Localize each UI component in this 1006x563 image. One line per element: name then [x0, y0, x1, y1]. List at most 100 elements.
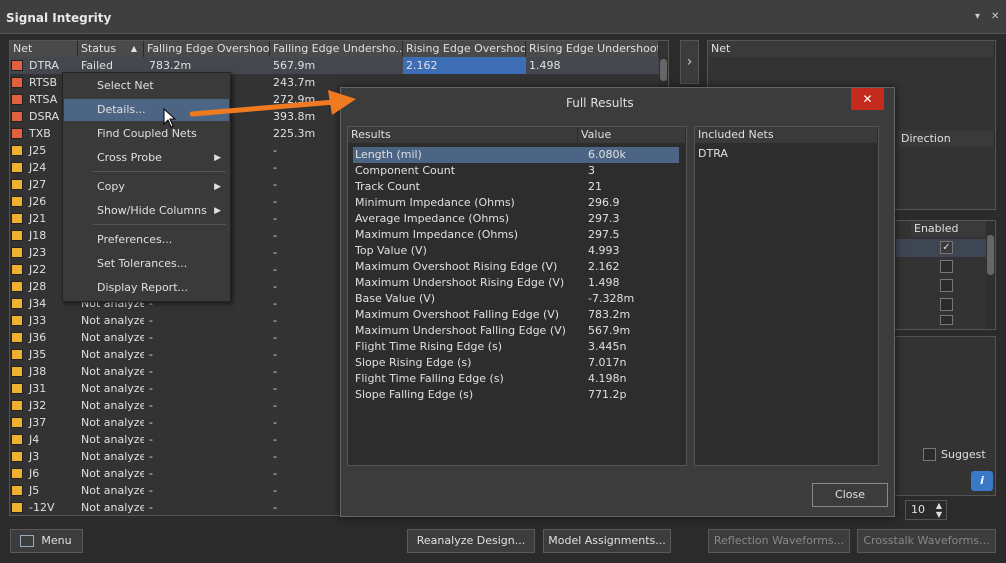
- menu-item-set-tolerances[interactable]: Set Tolerances...: [64, 253, 229, 275]
- col-header-rising-overshoot[interactable]: Rising Edge Overshoot: [403, 41, 526, 57]
- result-value: -7.328m: [588, 292, 635, 305]
- results-list: Results Value Length (mil) 6.080k Componen…: [347, 126, 687, 466]
- net-name: J33: [29, 314, 47, 327]
- table-cell-feo: -: [149, 433, 153, 446]
- table-cell-net: J32: [10, 397, 78, 414]
- result-row[interactable]: Maximum Overshoot Falling Edge (V) 783.2m: [353, 307, 679, 323]
- submenu-arrow-icon: ▶: [214, 182, 221, 192]
- table-cell-reu: 1.498: [529, 59, 561, 72]
- col-header-falling-undershoot[interactable]: Falling Edge Undersho...: [270, 41, 403, 57]
- result-row[interactable]: Length (mil) 6.080k: [353, 147, 679, 163]
- close-icon[interactable]: ✕: [991, 11, 999, 22]
- col-header-rising-undershoot[interactable]: Rising Edge Undershoot: [526, 41, 659, 57]
- col-header-net[interactable]: Net: [10, 41, 78, 57]
- net-name: J23: [29, 246, 47, 259]
- table-cell-status: Not analyzed: [81, 450, 144, 463]
- menu-item-label: Show/Hide Columns: [97, 204, 207, 217]
- result-value: 296.9: [588, 196, 620, 209]
- net-status-swatch-icon: [11, 128, 23, 139]
- expand-panel-button[interactable]: ›: [680, 40, 699, 84]
- table-cell-status: Not analyzed: [81, 382, 144, 395]
- table-cell-feo: -: [149, 314, 153, 327]
- menu-item-label: Display Report...: [97, 281, 188, 294]
- menu-button[interactable]: Menu: [10, 529, 83, 553]
- result-row[interactable]: Average Impedance (Ohms) 297.3: [353, 211, 679, 227]
- result-value: 21: [588, 180, 602, 193]
- table-cell-feo: -: [149, 467, 153, 480]
- result-row[interactable]: Flight Time Rising Edge (s) 3.445n: [353, 339, 679, 355]
- result-name: Flight Time Rising Edge (s): [355, 340, 503, 353]
- scrollbar-thumb[interactable]: [660, 59, 667, 81]
- enabled-checkbox-2[interactable]: [940, 260, 953, 273]
- net-status-swatch-icon: [11, 332, 23, 343]
- result-name: Maximum Undershoot Falling Edge (V): [355, 324, 566, 337]
- net-name: J4: [29, 433, 40, 446]
- result-row[interactable]: Top Value (V) 4.993: [353, 243, 679, 259]
- enabled-header: Enabled: [911, 221, 987, 237]
- model-assignments-button[interactable]: Model Assignments...: [543, 529, 671, 553]
- enabled-checkbox-4[interactable]: [940, 298, 953, 311]
- net-status-swatch-icon: [11, 468, 23, 479]
- result-row[interactable]: Slope Rising Edge (s) 7.017n: [353, 355, 679, 371]
- count-spinner[interactable]: 10 ▲ ▼: [905, 500, 947, 520]
- results-header: Results: [348, 127, 578, 143]
- net-name: J35: [29, 348, 47, 361]
- net-status-swatch-icon: [11, 213, 23, 224]
- net-status-swatch-icon: [11, 451, 23, 462]
- menu-item-show-hide-columns[interactable]: Show/Hide Columns ▶: [64, 200, 229, 222]
- result-row[interactable]: Slope Falling Edge (s) 771.2p: [353, 387, 679, 403]
- net-name: J3: [29, 450, 40, 463]
- menu-item-copy[interactable]: Copy ▶: [64, 176, 229, 198]
- scrollbar-thumb[interactable]: [987, 235, 994, 275]
- suggest-checkbox[interactable]: [923, 448, 936, 461]
- table-cell-status: Not analyzed: [81, 348, 144, 361]
- table-cell-net: J3: [10, 448, 78, 465]
- enabled-checkbox-3[interactable]: [940, 279, 953, 292]
- result-value: 2.162: [588, 260, 620, 273]
- enabled-checkbox-1[interactable]: ✓: [940, 241, 953, 254]
- table-cell-net: J5: [10, 482, 78, 499]
- dialog-titlebar: Full Results ✕: [341, 88, 894, 116]
- table-cell-net: J4: [10, 431, 78, 448]
- net-status-swatch-icon: [11, 383, 23, 394]
- enabled-scrollbar[interactable]: [986, 221, 995, 329]
- result-row[interactable]: Component Count 3: [353, 163, 679, 179]
- window-titlebar: Signal Integrity ▾ ✕: [0, 0, 1006, 34]
- menu-item-cross-probe[interactable]: Cross Probe ▶: [64, 147, 229, 169]
- result-name: Base Value (V): [355, 292, 436, 305]
- spinner-arrows-icon[interactable]: ▲ ▼: [936, 501, 942, 519]
- crosstalk-waveforms-button[interactable]: Crosstalk Waveforms...: [857, 529, 996, 553]
- table-cell-net: J33: [10, 312, 78, 329]
- result-row[interactable]: Flight Time Falling Edge (s) 4.198n: [353, 371, 679, 387]
- result-row[interactable]: Track Count 21: [353, 179, 679, 195]
- submenu-arrow-icon: ▶: [214, 153, 221, 163]
- col-header-falling-overshoot[interactable]: Falling Edge Overshoot: [144, 41, 270, 57]
- dialog-close-icon[interactable]: ✕: [851, 88, 884, 110]
- col-header-status[interactable]: Status ▲: [78, 41, 144, 57]
- net-name: J28: [29, 280, 47, 293]
- reflection-waveforms-button[interactable]: Reflection Waveforms...: [708, 529, 850, 553]
- result-row[interactable]: Base Value (V) -7.328m: [353, 291, 679, 307]
- menu-item-display-report[interactable]: Display Report...: [64, 277, 229, 299]
- result-row[interactable]: Maximum Undershoot Rising Edge (V) 1.498: [353, 275, 679, 291]
- result-value: 6.080k: [588, 148, 626, 161]
- result-value: 3.445n: [588, 340, 627, 353]
- count-spinner-value: 10: [911, 503, 925, 516]
- result-row[interactable]: Maximum Overshoot Rising Edge (V) 2.162: [353, 259, 679, 275]
- net-status-swatch-icon: [11, 162, 23, 173]
- net-status-swatch-icon: [11, 349, 23, 360]
- net-name: J34: [29, 297, 47, 310]
- table-cell-net: J31: [10, 380, 78, 397]
- help-icon[interactable]: i: [971, 471, 993, 491]
- enabled-checkbox-5[interactable]: [940, 315, 953, 325]
- close-button[interactable]: Close: [812, 483, 888, 507]
- result-name: Maximum Overshoot Rising Edge (V): [355, 260, 558, 273]
- result-row[interactable]: Minimum Impedance (Ohms) 296.9: [353, 195, 679, 211]
- result-row[interactable]: Maximum Undershoot Falling Edge (V) 567.9…: [353, 323, 679, 339]
- dropdown-icon[interactable]: ▾: [975, 11, 980, 22]
- annotation-arrow-icon: [190, 90, 356, 117]
- menu-item-preferences[interactable]: Preferences...: [64, 229, 229, 251]
- result-row[interactable]: Maximum Impedance (Ohms) 297.5: [353, 227, 679, 243]
- reanalyze-design-button[interactable]: Reanalyze Design...: [407, 529, 535, 553]
- included-net-item[interactable]: DTRA: [698, 147, 728, 160]
